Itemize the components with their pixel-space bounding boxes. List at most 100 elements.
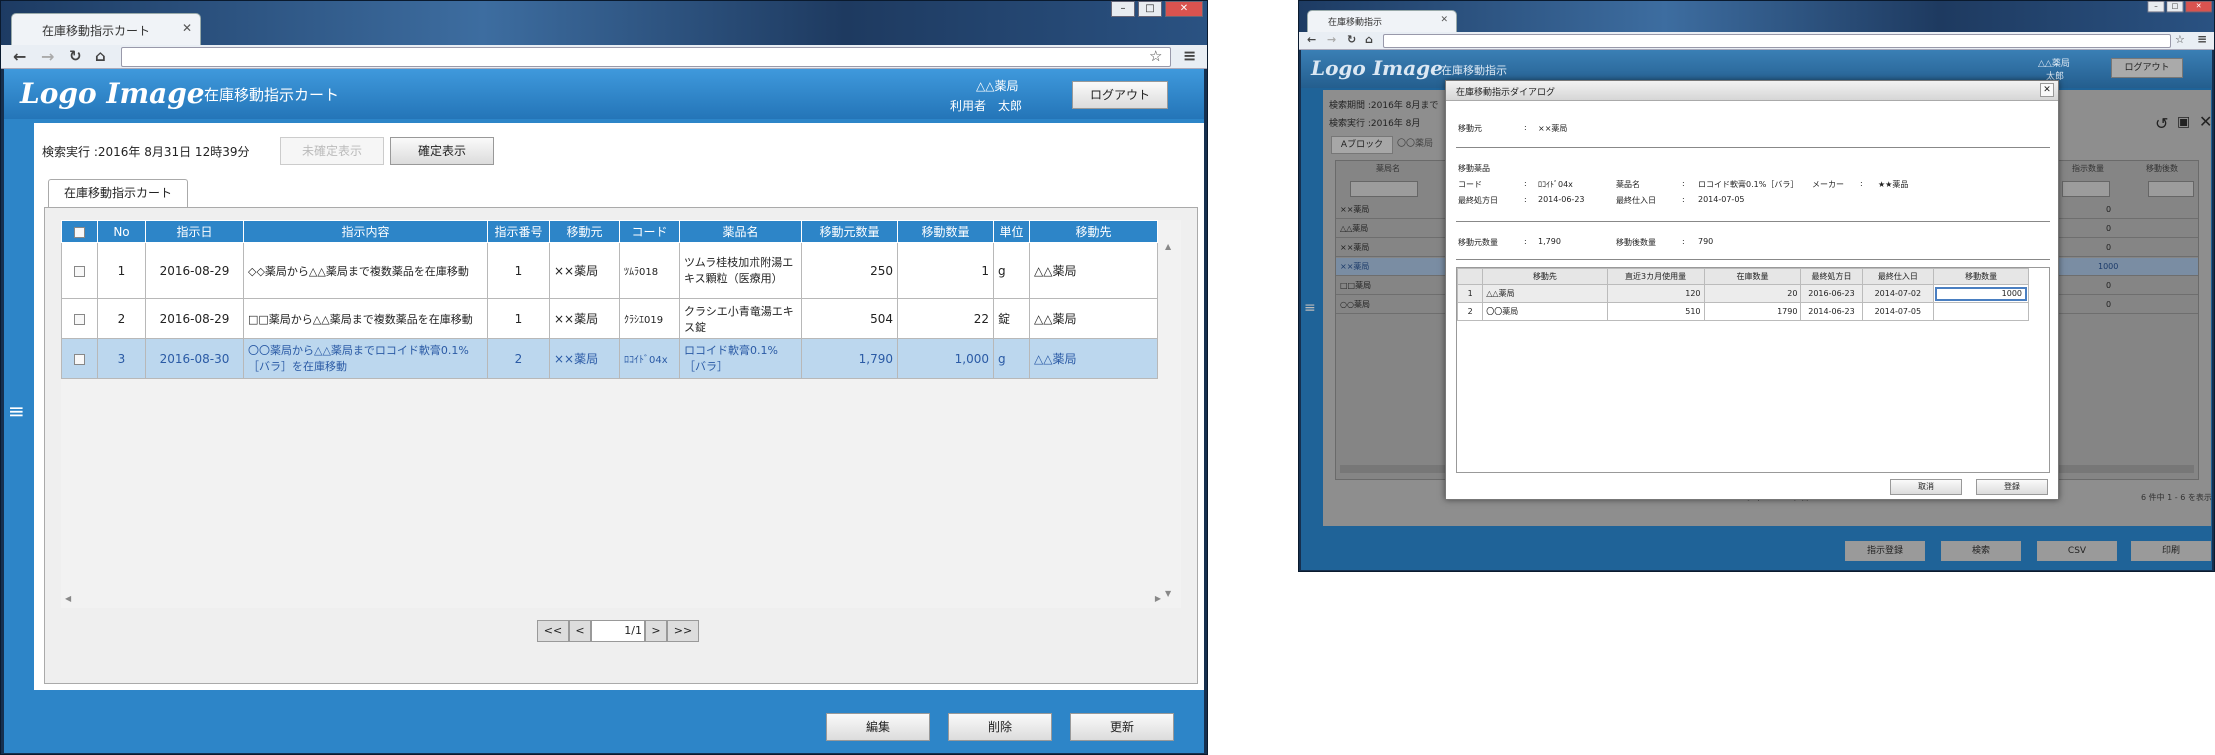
bg-filter-input[interactable] bbox=[1350, 181, 1418, 197]
table-row-selected[interactable]: 3 2016-08-30 〇〇薬局から△△薬局までロコイド軟膏0.1%［バラ］を… bbox=[61, 338, 1158, 379]
home-icon[interactable]: ⌂ bbox=[1365, 33, 1373, 46]
bg-filter-input-3[interactable] bbox=[2148, 181, 2194, 197]
pager-page-input[interactable]: 1/1 bbox=[591, 620, 645, 642]
maximize-icon[interactable]: □ bbox=[2166, 1, 2184, 13]
bg-row-qty: 1000 bbox=[2098, 262, 2119, 271]
side-menu-icon[interactable]: ≡ bbox=[1304, 300, 1316, 316]
panel-tab[interactable]: 在庫移動指示カート bbox=[48, 179, 188, 207]
horizontal-scrollbar[interactable]: ◀ ▶ bbox=[65, 594, 1161, 606]
pager-prev-button[interactable]: < bbox=[569, 620, 591, 642]
row-checkbox[interactable] bbox=[61, 242, 98, 299]
tab-close-icon[interactable]: ✕ bbox=[1440, 15, 1448, 25]
dialog-table-row[interactable]: 2 〇〇薬局 510 1790 2014-06-23 2014-07-05 bbox=[1456, 302, 2029, 321]
logout-button[interactable]: ログアウト bbox=[1072, 81, 1168, 109]
row-checkbox[interactable] bbox=[61, 298, 98, 339]
csv-button[interactable]: CSV bbox=[2037, 541, 2117, 561]
browser-menu-icon[interactable]: ≡ bbox=[1183, 46, 1196, 65]
pager-last-button[interactable]: >> bbox=[667, 620, 699, 642]
user-name: 利用者 太郎 bbox=[950, 99, 1023, 113]
dialog-table-row[interactable]: 1 △△薬局 120 20 2016-06-23 2014-07-02 1000 bbox=[1456, 284, 2029, 303]
table-row[interactable]: 2 2016-08-29 □□薬局から△△薬局まで複数薬品を在庫移動 1 ××薬… bbox=[61, 298, 1158, 339]
block-tab-2-label: 〇〇薬局 bbox=[1397, 139, 1434, 149]
address-bar[interactable] bbox=[1383, 34, 2171, 48]
logout-button[interactable]: ログアウト bbox=[2111, 58, 2183, 78]
dialog-col-header[interactable]: 移動数量 bbox=[1933, 268, 2029, 285]
col-header[interactable]: 移動元 bbox=[549, 220, 620, 243]
bg-row-qty: 0 bbox=[2106, 243, 2112, 252]
col-header[interactable]: 指示内容 bbox=[243, 220, 488, 243]
forward-icon[interactable]: → bbox=[1327, 33, 1336, 46]
dialog-col-header[interactable]: 直近3カ月使用量 bbox=[1606, 268, 1705, 285]
row-checkbox[interactable] bbox=[61, 338, 98, 379]
col-header[interactable]: 移動元数量 bbox=[801, 220, 898, 243]
col-header[interactable]: 指示日 bbox=[145, 220, 244, 243]
maximize-icon[interactable]: □ bbox=[1138, 1, 1162, 17]
minimize-icon[interactable]: – bbox=[2147, 1, 2165, 13]
col-header[interactable]: 移動数量 bbox=[897, 220, 994, 243]
forward-icon[interactable]: → bbox=[41, 47, 54, 66]
register-instruction-button[interactable]: 指示登録 bbox=[1845, 541, 1925, 561]
dialog-col-header[interactable]: 最終処方日 bbox=[1800, 268, 1863, 285]
bg-filter-input-2[interactable] bbox=[2062, 181, 2110, 197]
print-button[interactable]: 印刷 bbox=[2131, 541, 2211, 561]
bookmark-star-icon[interactable]: ☆ bbox=[2175, 33, 2185, 46]
dialog-cell-qty[interactable] bbox=[1933, 302, 2029, 321]
unconfirmed-button[interactable]: 未確定表示 bbox=[280, 137, 384, 165]
browser-tab[interactable]: 在庫移動指示カート ✕ bbox=[11, 13, 201, 45]
cell-from: ××薬局 bbox=[549, 338, 620, 379]
home-icon[interactable]: ⌂ bbox=[95, 47, 106, 65]
cell-name: ツムラ桂枝加朮附湯エキス顆粒（医療用） bbox=[679, 242, 802, 299]
vertical-scrollbar[interactable]: ▲ ▼ bbox=[1165, 242, 1177, 598]
col-header[interactable]: 指示番号 bbox=[487, 220, 550, 243]
reload-icon[interactable]: ↻ bbox=[69, 47, 82, 65]
side-menu-icon[interactable]: ≡ bbox=[8, 399, 25, 423]
col-header[interactable]: コード bbox=[619, 220, 680, 243]
col-header[interactable]: 薬品名 bbox=[679, 220, 802, 243]
table-row[interactable]: 1 2016-08-29 ◇◇薬局から△△薬局まで複数薬品を在庫移動 1 ××薬… bbox=[61, 242, 1158, 299]
dialog-col-header[interactable]: 移動先 bbox=[1482, 268, 1608, 285]
browser-tab[interactable]: 在庫移動指示 ✕ bbox=[1307, 10, 1457, 32]
browser-toolbar: ← → ↻ ⌂ ☆ ≡ bbox=[1299, 32, 2214, 50]
select-all-checkbox[interactable] bbox=[61, 220, 98, 243]
block-tab[interactable]: Aブロック bbox=[1331, 136, 1393, 154]
search-button[interactable]: 検索 bbox=[1941, 541, 2021, 561]
dialog-col-header[interactable]: 在庫数量 bbox=[1703, 268, 1802, 285]
minimize-icon[interactable]: – bbox=[1111, 1, 1135, 17]
main-content: 検索実行 :2016年 8月31日 12時39分 未確定表示 確定表示 在庫移動… bbox=[34, 123, 1204, 690]
edit-button[interactable]: 編集 bbox=[826, 713, 930, 741]
dialog-col-header[interactable]: 最終仕入日 bbox=[1861, 268, 1935, 285]
pager-first-button[interactable]: << bbox=[537, 620, 569, 642]
window-close-icon[interactable]: ✕ bbox=[2185, 1, 2212, 13]
pager-next-button[interactable]: > bbox=[645, 620, 667, 642]
reload-icon[interactable]: ↻ bbox=[1347, 33, 1356, 46]
cancel-button[interactable]: 取消 bbox=[1890, 479, 1962, 495]
window-close-icon[interactable]: ✕ bbox=[1165, 1, 1203, 17]
address-bar[interactable] bbox=[121, 47, 1171, 67]
divider bbox=[1456, 221, 2050, 222]
col-header[interactable]: 単位 bbox=[993, 220, 1030, 243]
back-icon[interactable]: ← bbox=[13, 47, 26, 66]
browser-menu-icon[interactable]: ≡ bbox=[2197, 32, 2207, 46]
close-icon[interactable]: ✕ bbox=[2199, 112, 2212, 131]
cell-date: 2016-08-29 bbox=[145, 242, 244, 299]
undo-icon[interactable]: ↺ bbox=[2155, 114, 2168, 133]
save-icon[interactable]: ▣ bbox=[2177, 114, 2190, 130]
bookmark-star-icon[interactable]: ☆ bbox=[1149, 47, 1162, 65]
dialog-cell-in: 2014-07-05 bbox=[1861, 302, 1935, 321]
panel: No 指示日 指示内容 指示番号 移動元 コード 薬品名 移動元数量 移動数量 … bbox=[44, 207, 1198, 684]
col-header[interactable]: 移動先 bbox=[1029, 220, 1158, 243]
from-qty-label: 移動元数量 bbox=[1458, 238, 1498, 247]
update-button[interactable]: 更新 bbox=[1070, 713, 1174, 741]
dialog-close-icon[interactable]: ✕ bbox=[2040, 83, 2054, 97]
delete-button[interactable]: 削除 bbox=[948, 713, 1052, 741]
dialog-cell-qty[interactable]: 1000 bbox=[1933, 284, 2029, 303]
cell-to: △△薬局 bbox=[1029, 338, 1158, 379]
confirmed-button[interactable]: 確定表示 bbox=[390, 137, 494, 165]
register-button[interactable]: 登録 bbox=[1976, 479, 2048, 495]
move-qty-input[interactable]: 1000 bbox=[1935, 286, 2027, 301]
tab-close-icon[interactable]: ✕ bbox=[182, 21, 192, 35]
block-tab-2[interactable]: 〇〇薬局 bbox=[1397, 136, 1437, 154]
back-icon[interactable]: ← bbox=[1307, 33, 1316, 46]
cell-from-qty: 1,790 bbox=[801, 338, 898, 379]
col-header[interactable]: No bbox=[97, 220, 146, 243]
